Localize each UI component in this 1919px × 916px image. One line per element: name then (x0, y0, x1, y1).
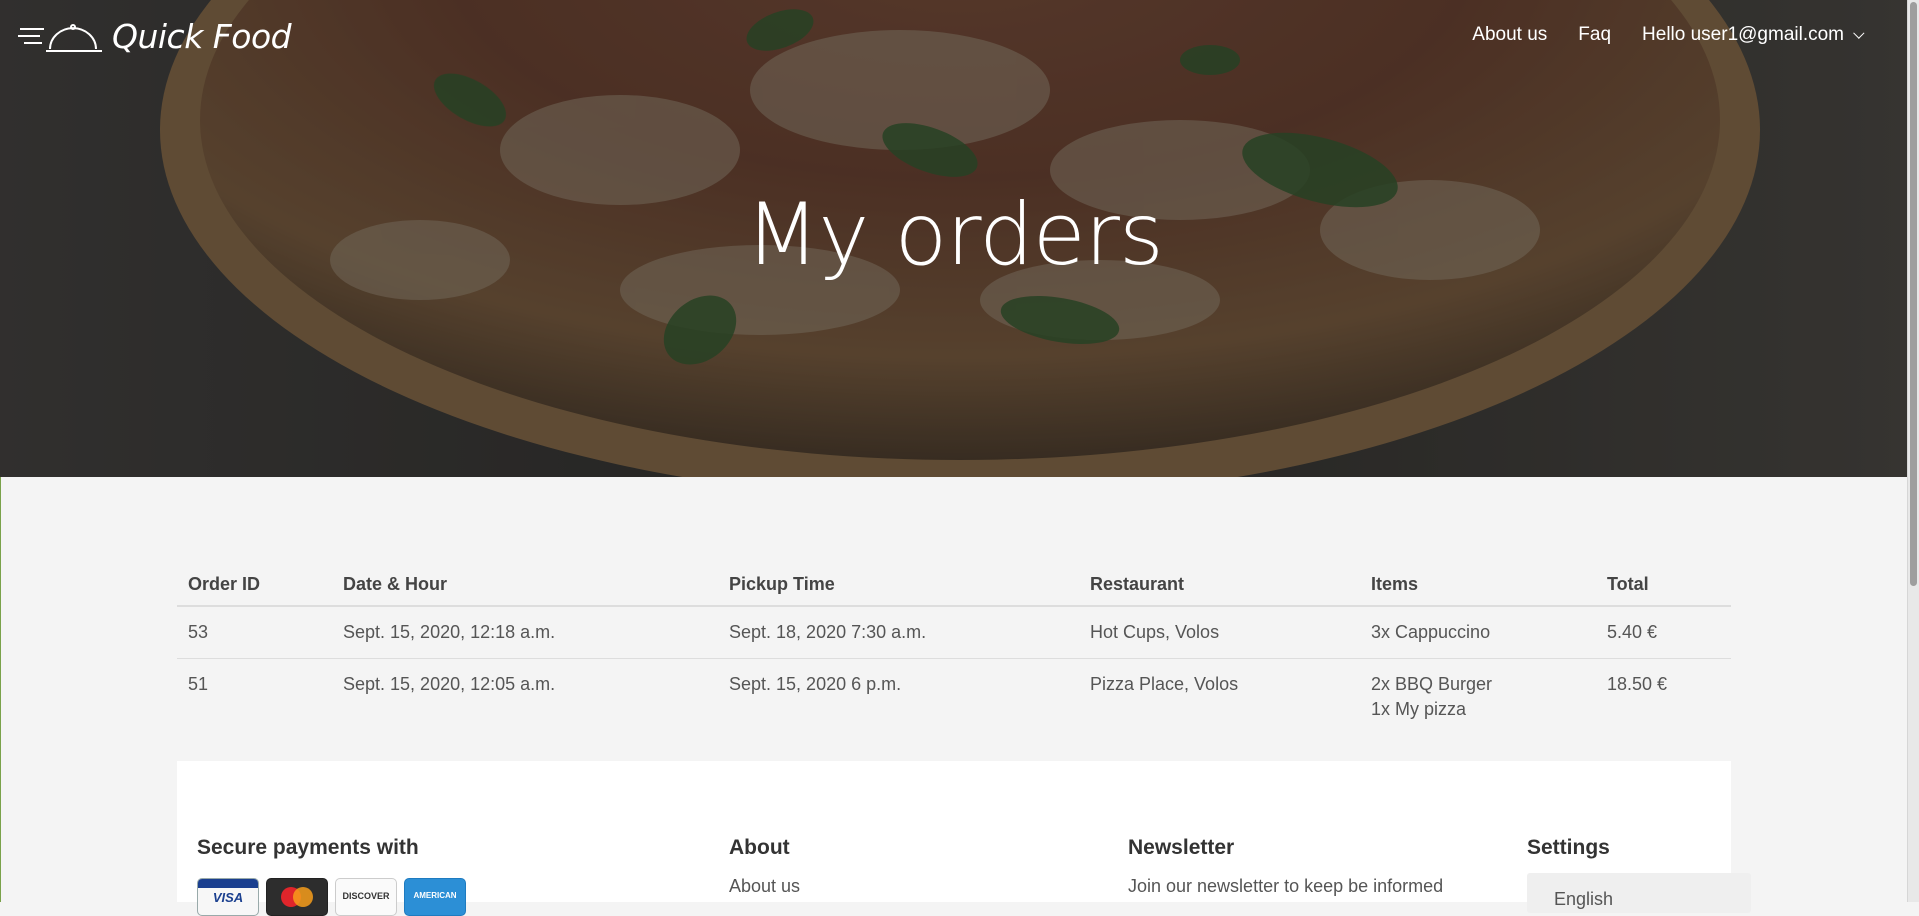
order-total: 18.50 € (1596, 658, 1731, 735)
order-item: 3x Cappuccino (1371, 622, 1491, 642)
order-restaurant: Hot Cups, Volos (1090, 622, 1220, 642)
table-row: 51 Sept. 15, 2020, 12:05 a.m. Sept. 15, … (177, 658, 1731, 735)
col-order-id: Order ID (177, 560, 332, 607)
visa-card-icon: VISA (197, 878, 259, 916)
orders-table: Order ID Date & Hour Pickup Time Restaur… (177, 560, 1731, 735)
order-items: 2x BBQ Burger 1x My pizza (1360, 658, 1596, 735)
payments-title: Secure payments with (197, 836, 419, 859)
order-id: 51 (177, 658, 332, 735)
col-total: Total (1596, 560, 1731, 607)
nav-about-us[interactable]: About us (1472, 24, 1547, 46)
order-restaurant: Pizza Place, Volos (1079, 658, 1360, 735)
order-item: 1x My pizza (1371, 699, 1467, 719)
footer-payments: Secure payments with VISA DISCOVER AMERI… (197, 836, 466, 916)
col-date-hour: Date & Hour (332, 560, 718, 607)
user-menu[interactable]: Hello user1@gmail.com (1642, 24, 1865, 46)
language-select[interactable]: English (1527, 873, 1751, 913)
discover-card-icon: DISCOVER (335, 878, 397, 916)
scrollbar-thumb[interactable] (1910, 2, 1917, 586)
order-id: 53 (188, 622, 209, 642)
newsletter-title: Newsletter (1128, 836, 1235, 859)
brand-logo[interactable]: Quick Food (18, 17, 292, 56)
main-nav: About us Faq Hello user1@gmail.com (1441, 24, 1865, 46)
payment-cards: VISA DISCOVER AMERICAN (197, 878, 466, 916)
hero-banner: Quick Food About us Faq Hello user1@gmai… (0, 0, 1908, 477)
page-scrollbar[interactable] (1907, 0, 1919, 902)
col-pickup-time: Pickup Time (718, 560, 1079, 607)
footer-newsletter: Newsletter Join our newsletter to keep b… (1128, 836, 1443, 897)
settings-title: Settings (1527, 836, 1610, 859)
order-date: Sept. 15, 2020, 12:05 a.m. (332, 658, 718, 735)
user-greeting: Hello user1@gmail.com (1642, 24, 1844, 45)
newsletter-text: Join our newsletter to keep be informed (1128, 876, 1444, 896)
page-title: My orders (745, 185, 1164, 285)
order-date: Sept. 15, 2020, 12:18 a.m. (343, 622, 556, 642)
chevron-down-icon (1853, 27, 1865, 39)
brand-name: Quick Food (112, 17, 292, 56)
order-total: 5.40 € (1607, 622, 1658, 642)
cloche-logo-icon (18, 23, 102, 52)
about-title: About (729, 836, 790, 859)
footer-settings: Settings (1527, 836, 1610, 860)
footer-about-link[interactable]: About us (729, 876, 800, 897)
col-items: Items (1360, 560, 1596, 607)
order-pickup: Sept. 18, 2020 7:30 a.m. (729, 622, 927, 642)
order-item: 2x BBQ Burger (1371, 674, 1493, 694)
amex-card-icon: AMERICAN (404, 878, 466, 916)
table-header-row: Order ID Date & Hour Pickup Time Restaur… (177, 560, 1731, 607)
order-items: 3x Cappuccino (1360, 606, 1596, 659)
footer-about: About About us (729, 836, 800, 897)
mastercard-card-icon (266, 878, 328, 916)
page-edge-line (0, 477, 1, 902)
table-row: 53 Sept. 15, 2020, 12:18 a.m. Sept. 18, … (177, 606, 1731, 659)
language-value: English (1554, 889, 1614, 909)
order-pickup: Sept. 15, 2020 6 p.m. (718, 658, 1079, 735)
top-navbar: Quick Food About us Faq Hello user1@gmai… (0, 0, 1908, 74)
footer: Secure payments with VISA DISCOVER AMERI… (177, 761, 1751, 916)
col-restaurant: Restaurant (1079, 560, 1360, 607)
nav-faq[interactable]: Faq (1578, 24, 1611, 46)
